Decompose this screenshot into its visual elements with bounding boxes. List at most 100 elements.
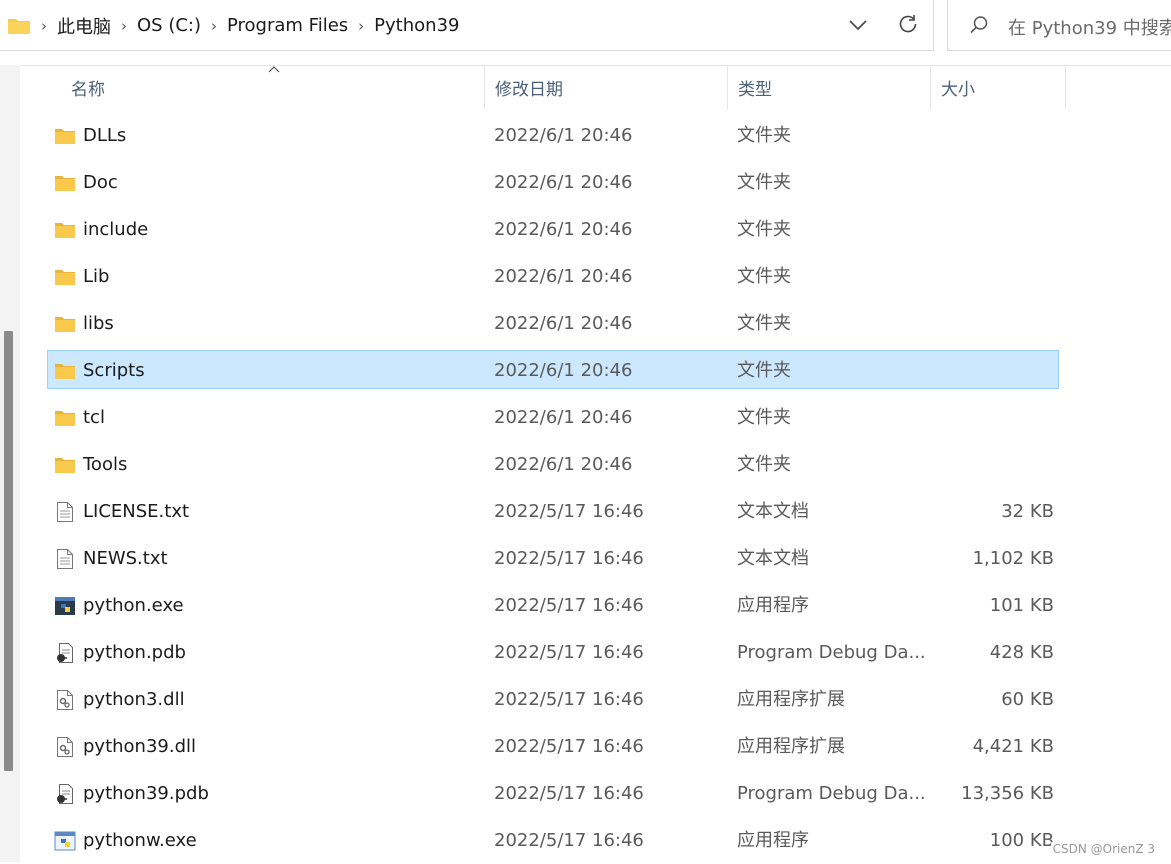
- file-type: 应用程序扩展: [737, 736, 845, 757]
- breadcrumb: › 此电脑 › OS (C:) › Program Files › Python…: [0, 0, 459, 51]
- watermark: CSDN @OrienZ 3: [1050, 842, 1157, 856]
- breadcrumb-this-pc[interactable]: 此电脑: [57, 13, 111, 39]
- file-row[interactable]: python.exe 2022/5/17 16:46 应用程序 101 KB: [20, 582, 1171, 629]
- file-row[interactable]: libs 2022/6/1 20:46 文件夹: [20, 300, 1171, 347]
- file-type: 文件夹: [737, 125, 791, 146]
- column-size[interactable]: 大小: [930, 65, 1066, 109]
- search-icon: [968, 14, 990, 36]
- navigation-pane-edge: [0, 65, 20, 862]
- file-row[interactable]: python39.dll 2022/5/17 16:46 应用程序扩展 4,421 K…: [20, 723, 1171, 770]
- file-row[interactable]: python39.pdb 2022/5/17 16:46 Program Debug…: [20, 770, 1171, 817]
- file-size: 32 KB: [1001, 501, 1054, 522]
- file-type: 应用程序: [737, 595, 809, 616]
- folder-icon: [54, 172, 76, 194]
- file-date: 2022/6/1 20:46: [494, 172, 633, 193]
- file-row[interactable]: python.pdb 2022/5/17 16:46 Program Debug D…: [20, 629, 1171, 676]
- pdb-file-icon: [54, 642, 76, 664]
- file-name: Lib: [83, 266, 110, 287]
- file-date: 2022/5/17 16:46: [494, 736, 644, 757]
- python-exe-icon: [54, 595, 76, 617]
- file-name: NEWS.txt: [83, 548, 168, 569]
- file-date: 2022/5/17 16:46: [494, 689, 644, 710]
- file-size: 428 KB: [989, 642, 1054, 663]
- file-type: Program Debug Da...: [737, 783, 926, 804]
- file-row[interactable]: tcl 2022/6/1 20:46 文件夹: [20, 394, 1171, 441]
- file-row[interactable]: Lib 2022/6/1 20:46 文件夹: [20, 253, 1171, 300]
- column-date[interactable]: 修改日期: [484, 65, 727, 109]
- file-name: python.pdb: [83, 642, 186, 663]
- file-date: 2022/6/1 20:46: [494, 407, 633, 428]
- file-date: 2022/6/1 20:46: [494, 266, 633, 287]
- column-type-label: 类型: [738, 79, 772, 100]
- chevron-right-icon[interactable]: ›: [348, 17, 374, 35]
- address-bar[interactable]: › 此电脑 › OS (C:) › Program Files › Python…: [0, 0, 934, 51]
- search-placeholder[interactable]: 在 Python39 中搜索: [1008, 14, 1171, 40]
- file-type: 文件夹: [737, 219, 791, 240]
- file-date: 2022/6/1 20:46: [494, 454, 633, 475]
- refresh-icon[interactable]: [896, 12, 920, 36]
- search-box[interactable]: 在 Python39 中搜索: [947, 0, 1171, 51]
- folder-icon: [54, 407, 76, 429]
- sort-ascending-icon: [268, 66, 280, 73]
- file-size: [930, 159, 1054, 206]
- text-file-icon: [54, 501, 76, 523]
- file-size: [930, 112, 1054, 159]
- file-size: 101 KB: [989, 595, 1054, 616]
- file-type: 文件夹: [737, 172, 791, 193]
- breadcrumb-program-files[interactable]: Program Files: [227, 15, 348, 36]
- scrollbar-thumb[interactable]: [4, 331, 13, 771]
- text-file-icon: [54, 548, 76, 570]
- file-size: 60 KB: [1001, 689, 1054, 710]
- file-row[interactable]: python3.dll 2022/5/17 16:46 应用程序扩展 60 KB: [20, 676, 1171, 723]
- file-row[interactable]: pythonw.exe 2022/5/17 16:46 应用程序 100 KB: [20, 817, 1171, 864]
- folder-icon: [54, 219, 76, 241]
- file-size: [930, 253, 1054, 300]
- file-row[interactable]: Doc 2022/6/1 20:46 文件夹: [20, 159, 1171, 206]
- file-date: 2022/5/17 16:46: [494, 642, 644, 663]
- chevron-down-icon[interactable]: [847, 14, 869, 36]
- file-type: 文本文档: [737, 548, 809, 569]
- file-name: LICENSE.txt: [83, 501, 190, 522]
- file-size: 4,421 KB: [972, 736, 1054, 757]
- file-type: 文件夹: [737, 266, 791, 287]
- folder-icon: [54, 125, 76, 147]
- file-row[interactable]: NEWS.txt 2022/5/17 16:46 文本文档 1,102 KB: [20, 535, 1171, 582]
- pythonw-exe-icon: [54, 830, 76, 852]
- file-date: 2022/6/1 20:46: [494, 313, 633, 334]
- file-row[interactable]: LICENSE.txt 2022/5/17 16:46 文本文档 32 KB: [20, 488, 1171, 535]
- folder-icon: [54, 266, 76, 288]
- file-row[interactable]: include 2022/6/1 20:46 文件夹: [20, 206, 1171, 253]
- column-header: 名称 修改日期 类型 大小: [20, 65, 1171, 109]
- file-size: [930, 347, 1054, 394]
- breadcrumb-python39[interactable]: Python39: [374, 15, 459, 36]
- file-size: 1,102 KB: [972, 548, 1054, 569]
- chevron-right-icon[interactable]: ›: [31, 17, 57, 35]
- file-size: 100 KB: [989, 830, 1054, 851]
- file-name: Tools: [83, 454, 128, 475]
- column-type[interactable]: 类型: [727, 65, 930, 109]
- file-row[interactable]: Scripts 2022/6/1 20:46 文件夹: [20, 347, 1171, 394]
- file-name: Doc: [83, 172, 118, 193]
- file-date: 2022/5/17 16:46: [494, 830, 644, 851]
- chevron-right-icon[interactable]: ›: [111, 17, 137, 35]
- file-row[interactable]: Tools 2022/6/1 20:46 文件夹: [20, 441, 1171, 488]
- file-type: 应用程序: [737, 830, 809, 851]
- column-name[interactable]: 名称: [20, 65, 484, 109]
- file-size: [930, 300, 1054, 347]
- breadcrumb-drive-c[interactable]: OS (C:): [137, 15, 201, 36]
- file-row[interactable]: DLLs 2022/6/1 20:46 文件夹: [20, 112, 1171, 159]
- folder-icon: [54, 313, 76, 335]
- folder-icon: [7, 17, 31, 35]
- chevron-right-icon[interactable]: ›: [201, 17, 227, 35]
- file-type: 文本文档: [737, 501, 809, 522]
- file-date: 2022/6/1 20:46: [494, 125, 633, 146]
- file-name: libs: [83, 313, 114, 334]
- file-name: DLLs: [83, 125, 127, 146]
- file-name: include: [83, 219, 149, 240]
- file-date: 2022/5/17 16:46: [494, 548, 644, 569]
- file-size: [930, 394, 1054, 441]
- dll-file-icon: [54, 689, 76, 711]
- file-date: 2022/6/1 20:46: [494, 219, 633, 240]
- file-size: [930, 441, 1054, 488]
- file-name: pythonw.exe: [83, 830, 197, 851]
